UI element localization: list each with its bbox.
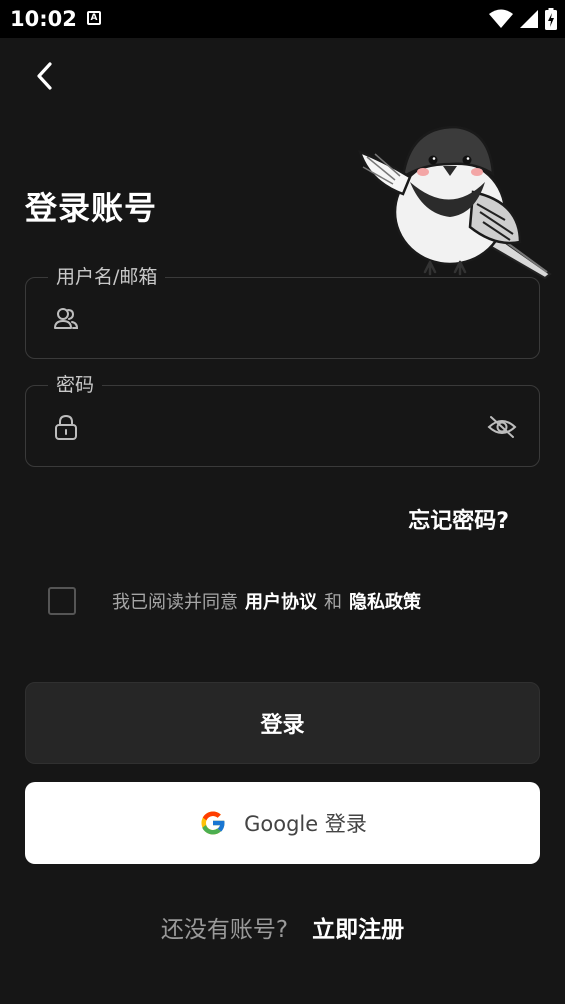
user-agreement-link[interactable]: 用户协议 bbox=[245, 588, 317, 614]
agreement-prefix: 我已阅读并同意 bbox=[112, 592, 238, 613]
google-login-button[interactable]: Google 登录 bbox=[25, 782, 540, 864]
back-button[interactable] bbox=[28, 58, 60, 94]
user-group-icon bbox=[54, 308, 79, 329]
agreement-row: 我已阅读并同意 用户协议 和 隐私政策 bbox=[48, 586, 428, 616]
username-input[interactable] bbox=[96, 298, 476, 338]
notification-icon: A bbox=[87, 11, 101, 25]
battery-icon bbox=[545, 8, 557, 30]
wifi-icon bbox=[489, 9, 513, 28]
password-field[interactable]: 密码 bbox=[25, 372, 540, 467]
google-login-label: Google 登录 bbox=[244, 812, 367, 836]
eye-off-icon[interactable] bbox=[487, 414, 517, 440]
chevron-left-icon bbox=[37, 62, 52, 90]
bird-mascot-illustration bbox=[357, 125, 552, 280]
lock-icon bbox=[55, 414, 77, 440]
signal-icon bbox=[520, 10, 538, 28]
login-button[interactable]: 登录 bbox=[25, 682, 540, 764]
page-title: 登录账号 bbox=[25, 189, 158, 227]
username-field[interactable]: 用户名/邮箱 bbox=[25, 264, 540, 359]
forgot-password-link[interactable]: 忘记密码? bbox=[408, 503, 509, 535]
status-bar: 10:02 A bbox=[0, 0, 565, 38]
username-label: 用户名/邮箱 bbox=[48, 264, 166, 290]
register-prompt: 还没有账号? bbox=[160, 917, 289, 943]
privacy-policy-link[interactable]: 隐私政策 bbox=[349, 588, 421, 614]
status-icons bbox=[489, 7, 557, 31]
password-input[interactable] bbox=[96, 406, 476, 446]
agreement-checkbox[interactable] bbox=[48, 587, 76, 615]
password-label: 密码 bbox=[48, 372, 103, 398]
google-icon bbox=[201, 811, 226, 835]
register-row: 还没有账号? 立即注册 bbox=[0, 910, 565, 944]
agreement-and: 和 bbox=[324, 592, 342, 613]
register-link[interactable]: 立即注册 bbox=[312, 910, 404, 944]
status-time: 10:02 bbox=[10, 7, 77, 31]
